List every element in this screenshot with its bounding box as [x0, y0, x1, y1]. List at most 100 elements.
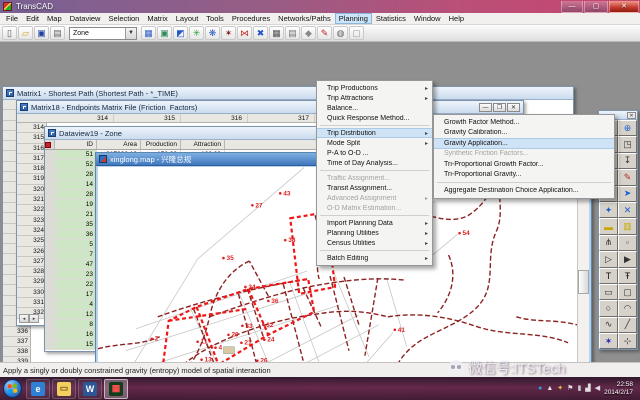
- scroll-right-icon[interactable]: ▸: [29, 314, 39, 323]
- toolbox-button[interactable]: ▶: [618, 251, 637, 268]
- menu-item-p-a-to-o-d[interactable]: P-A to O-D ...: [317, 148, 432, 158]
- close-button[interactable]: ✕: [609, 0, 639, 13]
- cell-id[interactable]: 52: [55, 160, 97, 169]
- matrix18-close-button[interactable]: ✕: [507, 102, 520, 112]
- record-selector[interactable]: [45, 300, 55, 309]
- scrollbar-thumb[interactable]: [578, 270, 590, 294]
- menubar-item-map[interactable]: Map: [43, 13, 66, 24]
- zone-centroid[interactable]: [251, 204, 254, 207]
- zone-centroid[interactable]: [256, 359, 259, 362]
- toolbox-button[interactable]: ↧: [618, 152, 637, 170]
- grid-tool-button[interactable]: ▤: [285, 26, 300, 40]
- show-hidden-tray-icon[interactable]: ▲: [546, 385, 553, 392]
- network-tray-icon[interactable]: ▟: [585, 385, 590, 392]
- zone-centroid[interactable]: [263, 338, 266, 342]
- matrix18-minimize-button[interactable]: —: [479, 102, 492, 112]
- toolbox-button[interactable]: ▷: [599, 251, 618, 268]
- toolbox-button[interactable]: Ŧ: [618, 267, 637, 284]
- zone-centroid[interactable]: [244, 285, 247, 289]
- toolbox-button[interactable]: T: [599, 267, 618, 284]
- ime-tray-icon[interactable]: ▮: [577, 385, 581, 392]
- menu-item-quick-response-method[interactable]: Quick Response Method...: [317, 113, 432, 123]
- toolbox-button[interactable]: ✕: [618, 201, 637, 219]
- toolbox-button[interactable]: ➤: [618, 185, 637, 202]
- menu-item-growth-factor-method[interactable]: Growth Factor Method...: [434, 117, 614, 128]
- menu-item-mode-split[interactable]: Mode Split ▸: [317, 138, 432, 148]
- volume-tray-icon[interactable]: ◀: [595, 385, 600, 392]
- toolbox-button[interactable]: ∿: [599, 316, 618, 334]
- record-selector[interactable]: [45, 270, 55, 279]
- menu-item-tri-proportional-growth-factor[interactable]: Tri-Proportional Growth Factor...: [434, 159, 614, 170]
- menubar-item-planning[interactable]: Planning: [334, 13, 372, 24]
- toolbox-button[interactable]: ✦: [599, 201, 618, 219]
- zone-centroid[interactable]: [200, 358, 203, 361]
- toolbox-button[interactable]: ⊹: [618, 333, 637, 350]
- cell-id[interactable]: 17: [55, 290, 97, 299]
- cell-id[interactable]: 23: [55, 270, 97, 279]
- menu-item-synthetic-friction-factors[interactable]: Synthetic Friction Factors...: [434, 149, 614, 160]
- action-center-tray-icon[interactable]: ⚑: [567, 385, 573, 392]
- toolbox-button[interactable]: ╱: [618, 316, 637, 334]
- cell-id[interactable]: 22: [55, 280, 97, 289]
- zone-centroid[interactable]: [241, 324, 244, 328]
- save-button[interactable]: ▣: [34, 26, 49, 40]
- open-file-button[interactable]: ▱: [18, 26, 33, 40]
- cell-id[interactable]: 15: [55, 340, 97, 349]
- toolbox-button[interactable]: ⋔: [599, 234, 618, 252]
- taskbar-word-button[interactable]: W: [78, 378, 102, 399]
- toolbox-close-icon[interactable]: ✕: [627, 111, 636, 119]
- menu-item-trip-distribution[interactable]: Trip Distribution ▸: [317, 128, 432, 138]
- print-button[interactable]: ▤: [50, 26, 65, 40]
- record-selector[interactable]: [45, 230, 55, 239]
- record-selector[interactable]: [45, 180, 55, 189]
- zone-centroid[interactable]: [214, 346, 217, 350]
- messenger-tray-icon[interactable]: ●: [538, 385, 542, 392]
- matrix1-title-bar[interactable]: Matrix1 - Shortest Path (Shortest Path -…: [3, 87, 573, 100]
- cell-id[interactable]: 19: [55, 200, 97, 209]
- record-selector[interactable]: [45, 160, 55, 169]
- toolbox-button[interactable]: ▬: [599, 218, 618, 235]
- menu-item-census-utilities[interactable]: Census Utilities ▸: [317, 238, 432, 248]
- menu-item-import-planning-data[interactable]: Import Planning Data ▸: [317, 218, 432, 228]
- cell-id[interactable]: 51: [55, 150, 97, 159]
- matrix18-column-header[interactable]: 314: [47, 114, 114, 122]
- record-selector[interactable]: [45, 280, 55, 289]
- menubar-item-procedures[interactable]: Procedures: [228, 13, 274, 24]
- column-header-id[interactable]: ID: [55, 140, 97, 149]
- record-selector[interactable]: [45, 220, 55, 229]
- cell-id[interactable]: 12: [55, 310, 97, 319]
- toolbox-button[interactable]: ◠: [618, 300, 637, 317]
- record-selector[interactable]: [45, 200, 55, 209]
- menubar-item-statistics[interactable]: Statistics: [372, 13, 410, 24]
- zone-centroid[interactable]: [458, 231, 461, 235]
- toolbox-button[interactable]: ▥: [618, 218, 637, 235]
- record-selector[interactable]: [45, 250, 55, 259]
- start-button[interactable]: [3, 379, 22, 398]
- cell-id[interactable]: 8: [55, 320, 97, 329]
- taskbar-explorer-button[interactable]: ▭: [52, 378, 76, 399]
- menu-item-time-of-day-analysis[interactable]: Time of Day Analysis...: [317, 158, 432, 168]
- matrix18-column-header[interactable]: 315: [114, 114, 181, 122]
- menubar-item-edit[interactable]: Edit: [22, 13, 43, 24]
- menubar-item-layout[interactable]: Layout: [172, 13, 203, 24]
- zone-centroid[interactable]: [262, 323, 265, 327]
- record-selector[interactable]: [45, 290, 55, 299]
- zone-centroid[interactable]: [196, 340, 199, 344]
- menu-item-trip-productions[interactable]: Trip Productions ▸: [317, 83, 432, 93]
- security-tray-icon[interactable]: ✦: [557, 385, 563, 392]
- blank-tool-button[interactable]: ▢: [349, 26, 364, 40]
- toolbox-button[interactable]: ▭: [599, 283, 618, 301]
- matrix18-restore-button[interactable]: ❐: [493, 102, 506, 112]
- taskbar-ie-button[interactable]: e: [26, 378, 50, 399]
- menubar-item-help[interactable]: Help: [445, 13, 468, 24]
- record-selector[interactable]: [45, 310, 55, 319]
- edit-pen-button[interactable]: ✎: [317, 26, 332, 40]
- toolbox-button[interactable]: ▢: [618, 283, 637, 301]
- record-selector[interactable]: [45, 150, 55, 159]
- new-file-button[interactable]: ▯: [2, 26, 17, 40]
- cell-id[interactable]: 35: [55, 220, 97, 229]
- cell-id[interactable]: 16: [55, 330, 97, 339]
- scroll-left-icon[interactable]: ◂: [19, 314, 29, 323]
- matrix-tool-button[interactable]: ⋈: [237, 26, 252, 40]
- zone-centroid[interactable]: [222, 256, 225, 260]
